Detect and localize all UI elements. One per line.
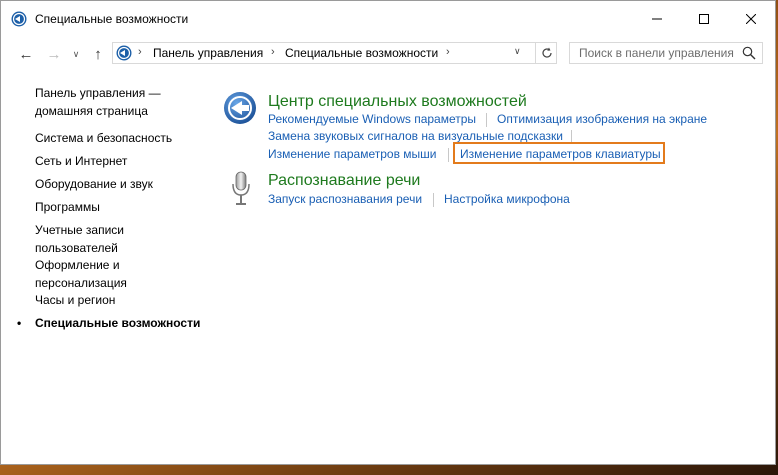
forward-arrow-icon[interactable]: → xyxy=(45,45,63,63)
back-arrow-icon[interactable]: ← xyxy=(17,45,35,63)
search-placeholder: Поиск в панели управления xyxy=(579,46,734,60)
link-setup-microphone[interactable]: Настройка микрофона xyxy=(444,192,570,206)
close-icon xyxy=(746,14,756,24)
link-separator xyxy=(433,193,434,207)
close-button[interactable] xyxy=(728,1,774,37)
current-item-bullet: • xyxy=(17,316,22,330)
address-dropdown-icon[interactable]: ∨ xyxy=(514,46,521,57)
sidebar-item-system-security[interactable]: Система и безопасность xyxy=(35,129,172,147)
sidebar-item-home[interactable]: Панель управления — домашняя страница xyxy=(35,84,185,120)
title-bar[interactable]: Специальные возможности xyxy=(1,1,775,37)
sidebar-item-programs[interactable]: Программы xyxy=(35,198,100,216)
keyboard-link-highlight xyxy=(453,142,665,164)
sidebar-item-clock-region[interactable]: Часы и регион xyxy=(35,291,115,309)
maximize-button[interactable] xyxy=(681,1,727,37)
breadcrumb-separator-icon[interactable]: › xyxy=(446,46,450,58)
section-title-ease-center[interactable]: Центр специальных возможностей xyxy=(268,93,527,111)
breadcrumb-separator-icon[interactable]: › xyxy=(271,46,275,58)
minimize-icon xyxy=(652,18,662,20)
maximize-icon xyxy=(699,14,709,24)
breadcrumb-separator-icon[interactable]: › xyxy=(138,46,142,58)
sidebar-item-hardware-sound[interactable]: Оборудование и звук xyxy=(35,175,153,193)
link-start-speech-recognition[interactable]: Запуск распознавания речи xyxy=(268,192,422,206)
recent-locations-chevron-icon[interactable]: ∨ xyxy=(67,45,85,63)
sidebar-item-ease-of-access: • Специальные возможности xyxy=(17,314,201,332)
minimize-button[interactable] xyxy=(634,1,680,37)
link-separator xyxy=(486,113,487,127)
control-panel-window: Специальные возможности ← → ∨ ↑ › Панель… xyxy=(0,0,776,465)
control-panel-icon xyxy=(11,11,27,27)
link-mouse-settings[interactable]: Изменение параметров мыши xyxy=(268,147,437,161)
search-box[interactable]: Поиск в панели управления xyxy=(569,42,763,64)
breadcrumb-ease-of-access[interactable]: Специальные возможности xyxy=(285,46,438,60)
sidebar-item-user-accounts[interactable]: Учетные записи пользователей xyxy=(35,221,160,257)
navigation-bar: ← → ∨ ↑ › Панель управления › Специальны… xyxy=(1,37,775,69)
search-icon[interactable] xyxy=(742,46,756,60)
link-replace-sounds[interactable]: Замена звуковых сигналов на визуальные п… xyxy=(268,129,563,143)
refresh-icon xyxy=(541,47,552,58)
link-recommended-settings[interactable]: Рекомендуемые Windows параметры xyxy=(268,112,476,126)
sidebar-item-appearance[interactable]: Оформление и персонализация xyxy=(35,256,160,292)
up-arrow-icon[interactable]: ↑ xyxy=(89,45,107,63)
ease-of-access-icon xyxy=(224,92,256,124)
refresh-button[interactable] xyxy=(535,43,557,63)
link-optimize-display[interactable]: Оптимизация изображения на экране xyxy=(497,112,707,126)
breadcrumb-control-panel[interactable]: Панель управления xyxy=(153,46,263,60)
link-separator xyxy=(448,148,449,162)
sidebar-item-network[interactable]: Сеть и Интернет xyxy=(35,152,127,170)
section-title-speech-recognition[interactable]: Распознавание речи xyxy=(268,172,420,190)
window-title: Специальные возможности xyxy=(35,12,189,26)
address-bar[interactable]: › Панель управления › Специальные возмож… xyxy=(112,42,557,64)
sidebar-item-label: Специальные возможности xyxy=(35,316,201,330)
microphone-icon xyxy=(232,171,250,205)
control-panel-icon xyxy=(116,45,132,61)
